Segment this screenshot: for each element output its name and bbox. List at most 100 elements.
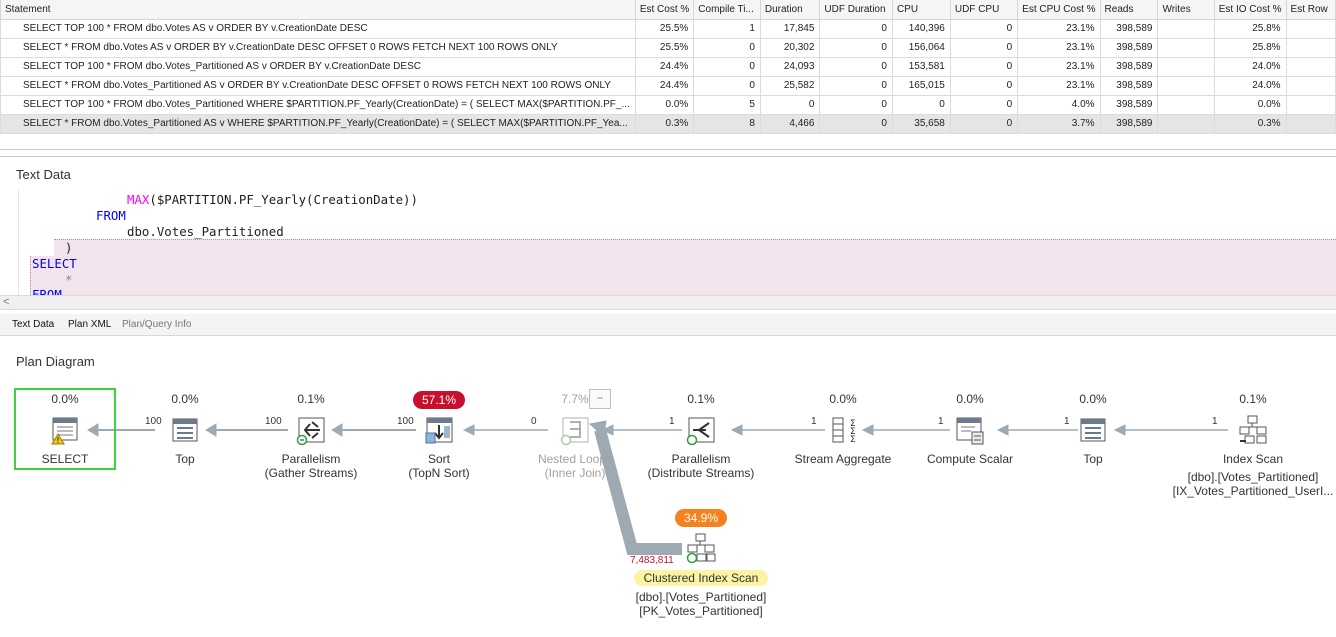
cell-reads: 398,589 <box>1099 75 1159 96</box>
tab-plan-xml[interactable]: Plan XML <box>68 319 111 330</box>
cell-est-rows <box>1285 113 1336 134</box>
cell-est-io: 25.8% <box>1213 18 1287 39</box>
sort-topn-icon <box>424 415 454 445</box>
cell-est-io: 24.0% <box>1213 56 1287 77</box>
cell-compile: 0 <box>693 37 761 58</box>
column-header-est-io-cost[interactable]: Est IO Cost % <box>1213 0 1287 20</box>
node-cost-value: 34.9% <box>674 509 728 527</box>
column-header-est-rows[interactable]: Est Row <box>1285 0 1336 20</box>
plan-diagram-panel: Plan Diagram 0.0%! SELECT 0.0% Top 0.1% Paral… <box>0 337 1336 637</box>
cell-est-cpu: 23.1% <box>1017 56 1101 77</box>
column-header-statement[interactable]: Statement <box>0 0 636 20</box>
node-cost-value: 0.0% <box>51 392 79 406</box>
cell-reads: 398,589 <box>1099 94 1159 115</box>
cell-duration: 24,093 <box>759 56 821 77</box>
node-cost: 0.1% <box>1168 391 1336 407</box>
column-header-duration[interactable]: Duration <box>759 0 821 20</box>
cell-est-cpu: 3.7% <box>1017 113 1101 134</box>
column-header-writes[interactable]: Writes <box>1157 0 1215 20</box>
node-label-text: Parallelism <box>671 452 731 466</box>
column-header-udf-cpu[interactable]: UDF CPU <box>949 0 1019 20</box>
row-count-label: 100 <box>397 416 414 427</box>
plan-node-top-2[interactable]: 0.0% Top <box>1018 391 1168 466</box>
cell-est-cpu: 23.1% <box>1017 37 1101 58</box>
cell-udf-cpu: 0 <box>949 18 1019 39</box>
node-cost-value: 0.1% <box>687 392 715 406</box>
parallelism-gather-icon <box>296 415 326 446</box>
cell-reads: 398,589 <box>1099 37 1159 58</box>
cell-est-io: 24.0% <box>1213 75 1287 96</box>
cell-writes <box>1157 37 1215 58</box>
plan-node-parallelism-distribute[interactable]: 0.1% Parallelism (Distribute Streams) <box>626 391 776 480</box>
table-row[interactable]: SELECT TOP 100 * FROM dbo.Votes_Partitio… <box>0 56 1336 77</box>
table-row[interactable]: SELECT TOP 100 * FROM dbo.Votes AS v ORD… <box>0 18 1336 39</box>
plan-node-sort-topn[interactable]: 57.1% Sort (TopN Sort) <box>364 391 514 480</box>
node-label: Index Scan [dbo].[Votes_Partitioned] [IX_V… <box>1168 452 1336 498</box>
code-table-name: dbo.Votes_Partitioned <box>127 224 284 239</box>
horizontal-scrollbar[interactable]: < <box>0 295 1336 310</box>
cell-statement: SELECT * FROM dbo.Votes AS v ORDER BY v.… <box>0 37 636 58</box>
node-cost: 34.9% <box>626 509 776 527</box>
table-row[interactable]: SELECT * FROM dbo.Votes_Partitioned AS v… <box>0 75 1336 96</box>
node-cost-value: 0.0% <box>829 392 857 406</box>
node-label: Top <box>1018 452 1168 466</box>
plan-node-index-scan[interactable]: 0.1% Index Scan [dbo].[Votes_Partitioned][… <box>1168 391 1336 498</box>
statement-grid[interactable]: Statement Est Cost % Compile Ti... Durat… <box>0 0 1336 150</box>
cell-udf-cpu: 0 <box>949 75 1019 96</box>
node-sublabel: [dbo].[Votes_Partitioned] <box>635 590 767 604</box>
column-header-compile-time[interactable]: Compile Ti... <box>693 0 761 20</box>
tab-text-data[interactable]: Text Data <box>12 319 54 330</box>
node-cost-value: 0.1% <box>1239 392 1267 406</box>
node-label-text: Clustered Index Scan <box>633 570 769 586</box>
cell-cpu: 156,064 <box>891 37 951 58</box>
cell-writes <box>1157 18 1215 39</box>
cell-est-cpu: 23.1% <box>1017 75 1101 96</box>
top-2-icon <box>1078 415 1108 445</box>
table-row[interactable]: SELECT TOP 100 * FROM dbo.Votes_Partitio… <box>0 94 1336 115</box>
cell-udf-cpu: 0 <box>949 94 1019 115</box>
scroll-left-icon[interactable]: < <box>3 296 9 309</box>
column-header-cpu[interactable]: CPU <box>891 0 951 20</box>
node-cost: 0.0% <box>1018 391 1168 407</box>
cell-statement: SELECT * FROM dbo.Votes_Partitioned AS v… <box>0 75 636 96</box>
node-label-text: Compute Scalar <box>926 452 1014 466</box>
text-data-title: Text Data <box>16 167 71 182</box>
cell-cpu: 0 <box>891 94 951 115</box>
column-header-reads[interactable]: Reads <box>1099 0 1159 20</box>
cell-cpu: 153,581 <box>891 56 951 77</box>
row-count-label: 1 <box>1064 416 1070 427</box>
cell-est-cost: 0.3% <box>634 113 695 134</box>
column-header-est-cpu-cost[interactable]: Est CPU Cost % <box>1017 0 1101 20</box>
cell-est-cost: 25.5% <box>634 37 695 58</box>
cell-compile: 0 <box>693 56 761 77</box>
collapse-button[interactable]: − <box>589 389 611 409</box>
node-sublabel-2: [PK_Votes_Partitioned] <box>639 604 763 618</box>
table-row[interactable]: SELECT * FROM dbo.Votes AS v ORDER BY v.… <box>0 37 1336 58</box>
cell-duration: 20,302 <box>759 37 821 58</box>
cell-udf-cpu: 0 <box>949 113 1019 134</box>
row-count-label: 0 <box>531 416 537 427</box>
node-label-text: Index Scan <box>1222 452 1284 466</box>
sql-text-editor[interactable]: MAX($PARTITION.PF_Yearly(CreationDate)) … <box>18 190 1336 295</box>
column-header-udf-duration[interactable]: UDF Duration <box>819 0 893 20</box>
node-label: Clustered Index Scan [dbo].[Votes_Partiti… <box>626 570 776 618</box>
parallelism-distribute-icon <box>686 415 716 446</box>
cell-writes <box>1157 75 1215 96</box>
code-keyword-from: FROM <box>96 208 126 223</box>
cell-cpu: 35,658 <box>891 113 951 134</box>
select-icon: ! <box>50 415 80 445</box>
node-label-text: Top <box>1083 452 1103 466</box>
row-count-label: 7,483,811 <box>630 555 674 566</box>
cell-statement: SELECT TOP 100 * FROM dbo.Votes_Partitio… <box>0 56 636 77</box>
table-row[interactable]: SELECT * FROM dbo.Votes_Partitioned AS v… <box>0 113 1336 134</box>
cell-statement: SELECT * FROM dbo.Votes_Partitioned AS v… <box>0 113 636 134</box>
node-cost: 57.1% <box>364 391 514 409</box>
node-label-text: Stream Aggregate <box>794 452 892 466</box>
code-keyword-select: SELECT <box>32 256 77 271</box>
row-count-label: 1 <box>811 416 817 427</box>
column-header-est-cost[interactable]: Est Cost % <box>634 0 695 20</box>
node-cost: 0.1% <box>626 391 776 407</box>
code-star: * <box>65 272 73 287</box>
tab-plan-query-info[interactable]: Plan/Query Info <box>122 319 191 330</box>
cell-compile: 5 <box>693 94 761 115</box>
